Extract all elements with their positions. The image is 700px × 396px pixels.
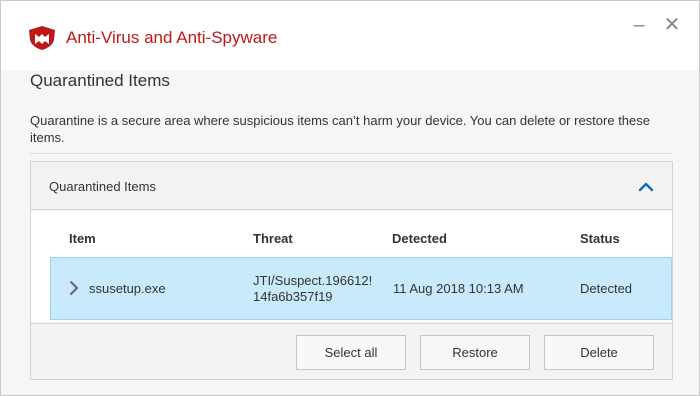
page-title: Quarantined Items	[30, 71, 170, 90]
quarantine-panel: Quarantined Items Item Threat Detected S…	[30, 161, 673, 380]
threat-name: JTI/Suspect.196612! 14fa6b357f19	[253, 273, 373, 304]
column-header-threat[interactable]: Threat	[253, 231, 293, 246]
minimize-button[interactable]: –	[629, 15, 649, 35]
column-header-detected[interactable]: Detected	[392, 231, 447, 246]
column-header-item[interactable]: Item	[69, 231, 96, 246]
app-window: Anti-Virus and Anti-Spyware – ✕ Quaranti…	[0, 0, 700, 396]
chevron-right-icon[interactable]	[68, 279, 80, 297]
quarantine-table: Item Threat Detected Status ssusetup.exe…	[31, 211, 672, 322]
chevron-up-icon[interactable]	[636, 177, 656, 197]
close-button[interactable]: ✕	[662, 15, 682, 35]
status-text: Detected	[580, 281, 633, 296]
table-row[interactable]: ssusetup.exe JTI/Suspect.196612! 14fa6b3…	[50, 257, 672, 320]
divider	[30, 153, 672, 154]
panel-title: Quarantined Items	[49, 179, 156, 194]
column-header-status[interactable]: Status	[580, 231, 620, 246]
delete-button[interactable]: Delete	[544, 335, 654, 370]
panel-header[interactable]: Quarantined Items	[31, 162, 672, 210]
action-bar: Select all Restore Delete	[31, 323, 672, 379]
item-name: ssusetup.exe	[89, 281, 166, 296]
detected-date: 11 Aug 2018 10:13 AM	[393, 281, 524, 296]
app-title: Anti-Virus and Anti-Spyware	[66, 28, 278, 47]
restore-button[interactable]: Restore	[420, 335, 530, 370]
title-bar: Anti-Virus and Anti-Spyware – ✕	[1, 1, 699, 70]
select-all-button[interactable]: Select all	[296, 335, 406, 370]
page-description: Quarantine is a secure area where suspic…	[30, 113, 651, 145]
mcafee-shield-icon	[29, 26, 55, 50]
